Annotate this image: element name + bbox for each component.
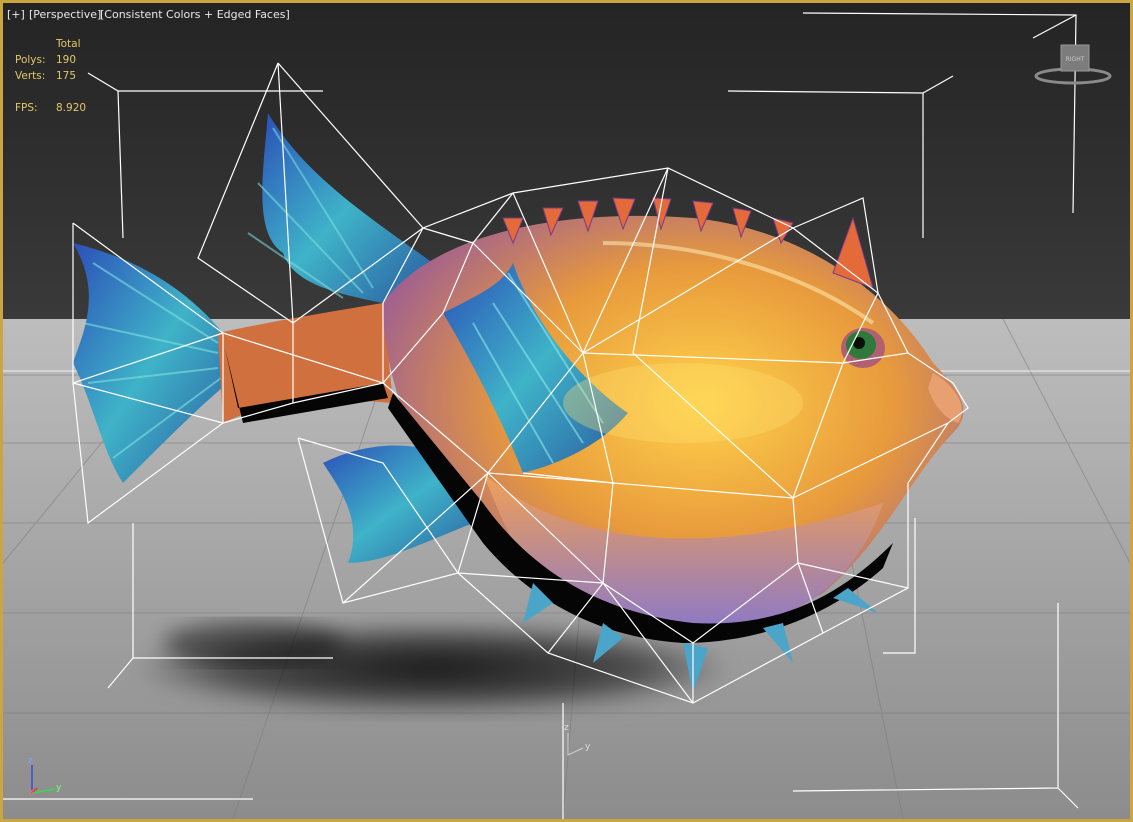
fps-label: FPS: bbox=[15, 102, 38, 114]
verts-label: Verts: bbox=[15, 70, 46, 82]
stats-header: Total bbox=[56, 38, 81, 50]
gizmo-z-label: z bbox=[564, 723, 569, 733]
viewcube-face-label: RIGHT bbox=[1066, 56, 1085, 63]
viewport-point-of-view-label[interactable]: [Perspective] bbox=[29, 8, 101, 21]
polys-label: Polys: bbox=[15, 54, 46, 66]
viewcube[interactable]: RIGHT bbox=[1033, 41, 1113, 89]
viewport-statistics: Total Polys: 190 Verts: 175 FPS: 8.920 bbox=[15, 36, 86, 116]
verts-value: 175 bbox=[56, 70, 77, 82]
viewport-menu-button[interactable]: [+] bbox=[7, 8, 25, 21]
axis-y-label: y bbox=[56, 783, 62, 793]
fps-value: 8.920 bbox=[56, 102, 87, 114]
viewport-shading-label[interactable]: [Consistent Colors + Edged Faces] bbox=[100, 8, 290, 21]
perspective-viewport[interactable]: z y z x y [+] [Perspective] [Consistent … bbox=[0, 0, 1133, 822]
gizmo-y-label: y bbox=[585, 742, 591, 752]
scene-render[interactable]: z y z x y bbox=[3, 3, 1130, 819]
polys-value: 190 bbox=[56, 54, 77, 66]
axis-z-label: z bbox=[28, 756, 33, 766]
axis-x-label: x bbox=[29, 787, 35, 797]
